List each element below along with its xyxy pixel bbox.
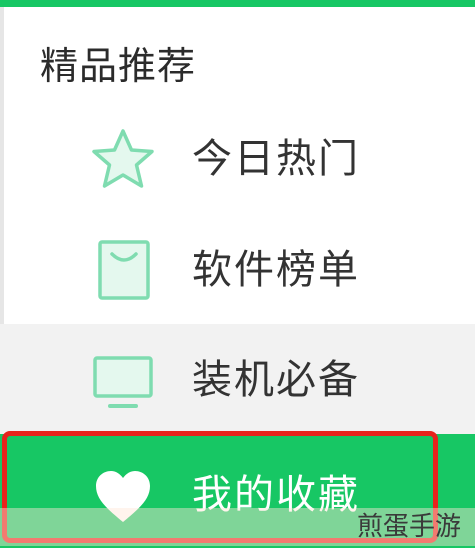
menu-item-essential-install[interactable]: 装机必备 (0, 324, 475, 434)
sidebar-menu-panel: 精品推荐 今日热门 软件榜单 装机必备 我的收藏 煎蛋手游 (0, 0, 475, 548)
menu-item-label: 装机必备 (192, 357, 360, 403)
menu-item-today-hot[interactable]: 今日热门 (0, 104, 475, 214)
section-title: 精品推荐 (40, 44, 197, 88)
star-icon (88, 125, 158, 195)
bag-icon (88, 234, 158, 304)
menu-item-label: 软件榜单 (192, 247, 360, 293)
monitor-icon (88, 348, 158, 418)
top-accent-bar (0, 0, 475, 7)
watermark-text: 煎蛋手游 (356, 512, 461, 542)
menu-item-software-ranking[interactable]: 软件榜单 (0, 214, 475, 324)
watermark-strip: 煎蛋手游 (0, 508, 475, 546)
menu-item-label: 今日热门 (192, 136, 360, 182)
